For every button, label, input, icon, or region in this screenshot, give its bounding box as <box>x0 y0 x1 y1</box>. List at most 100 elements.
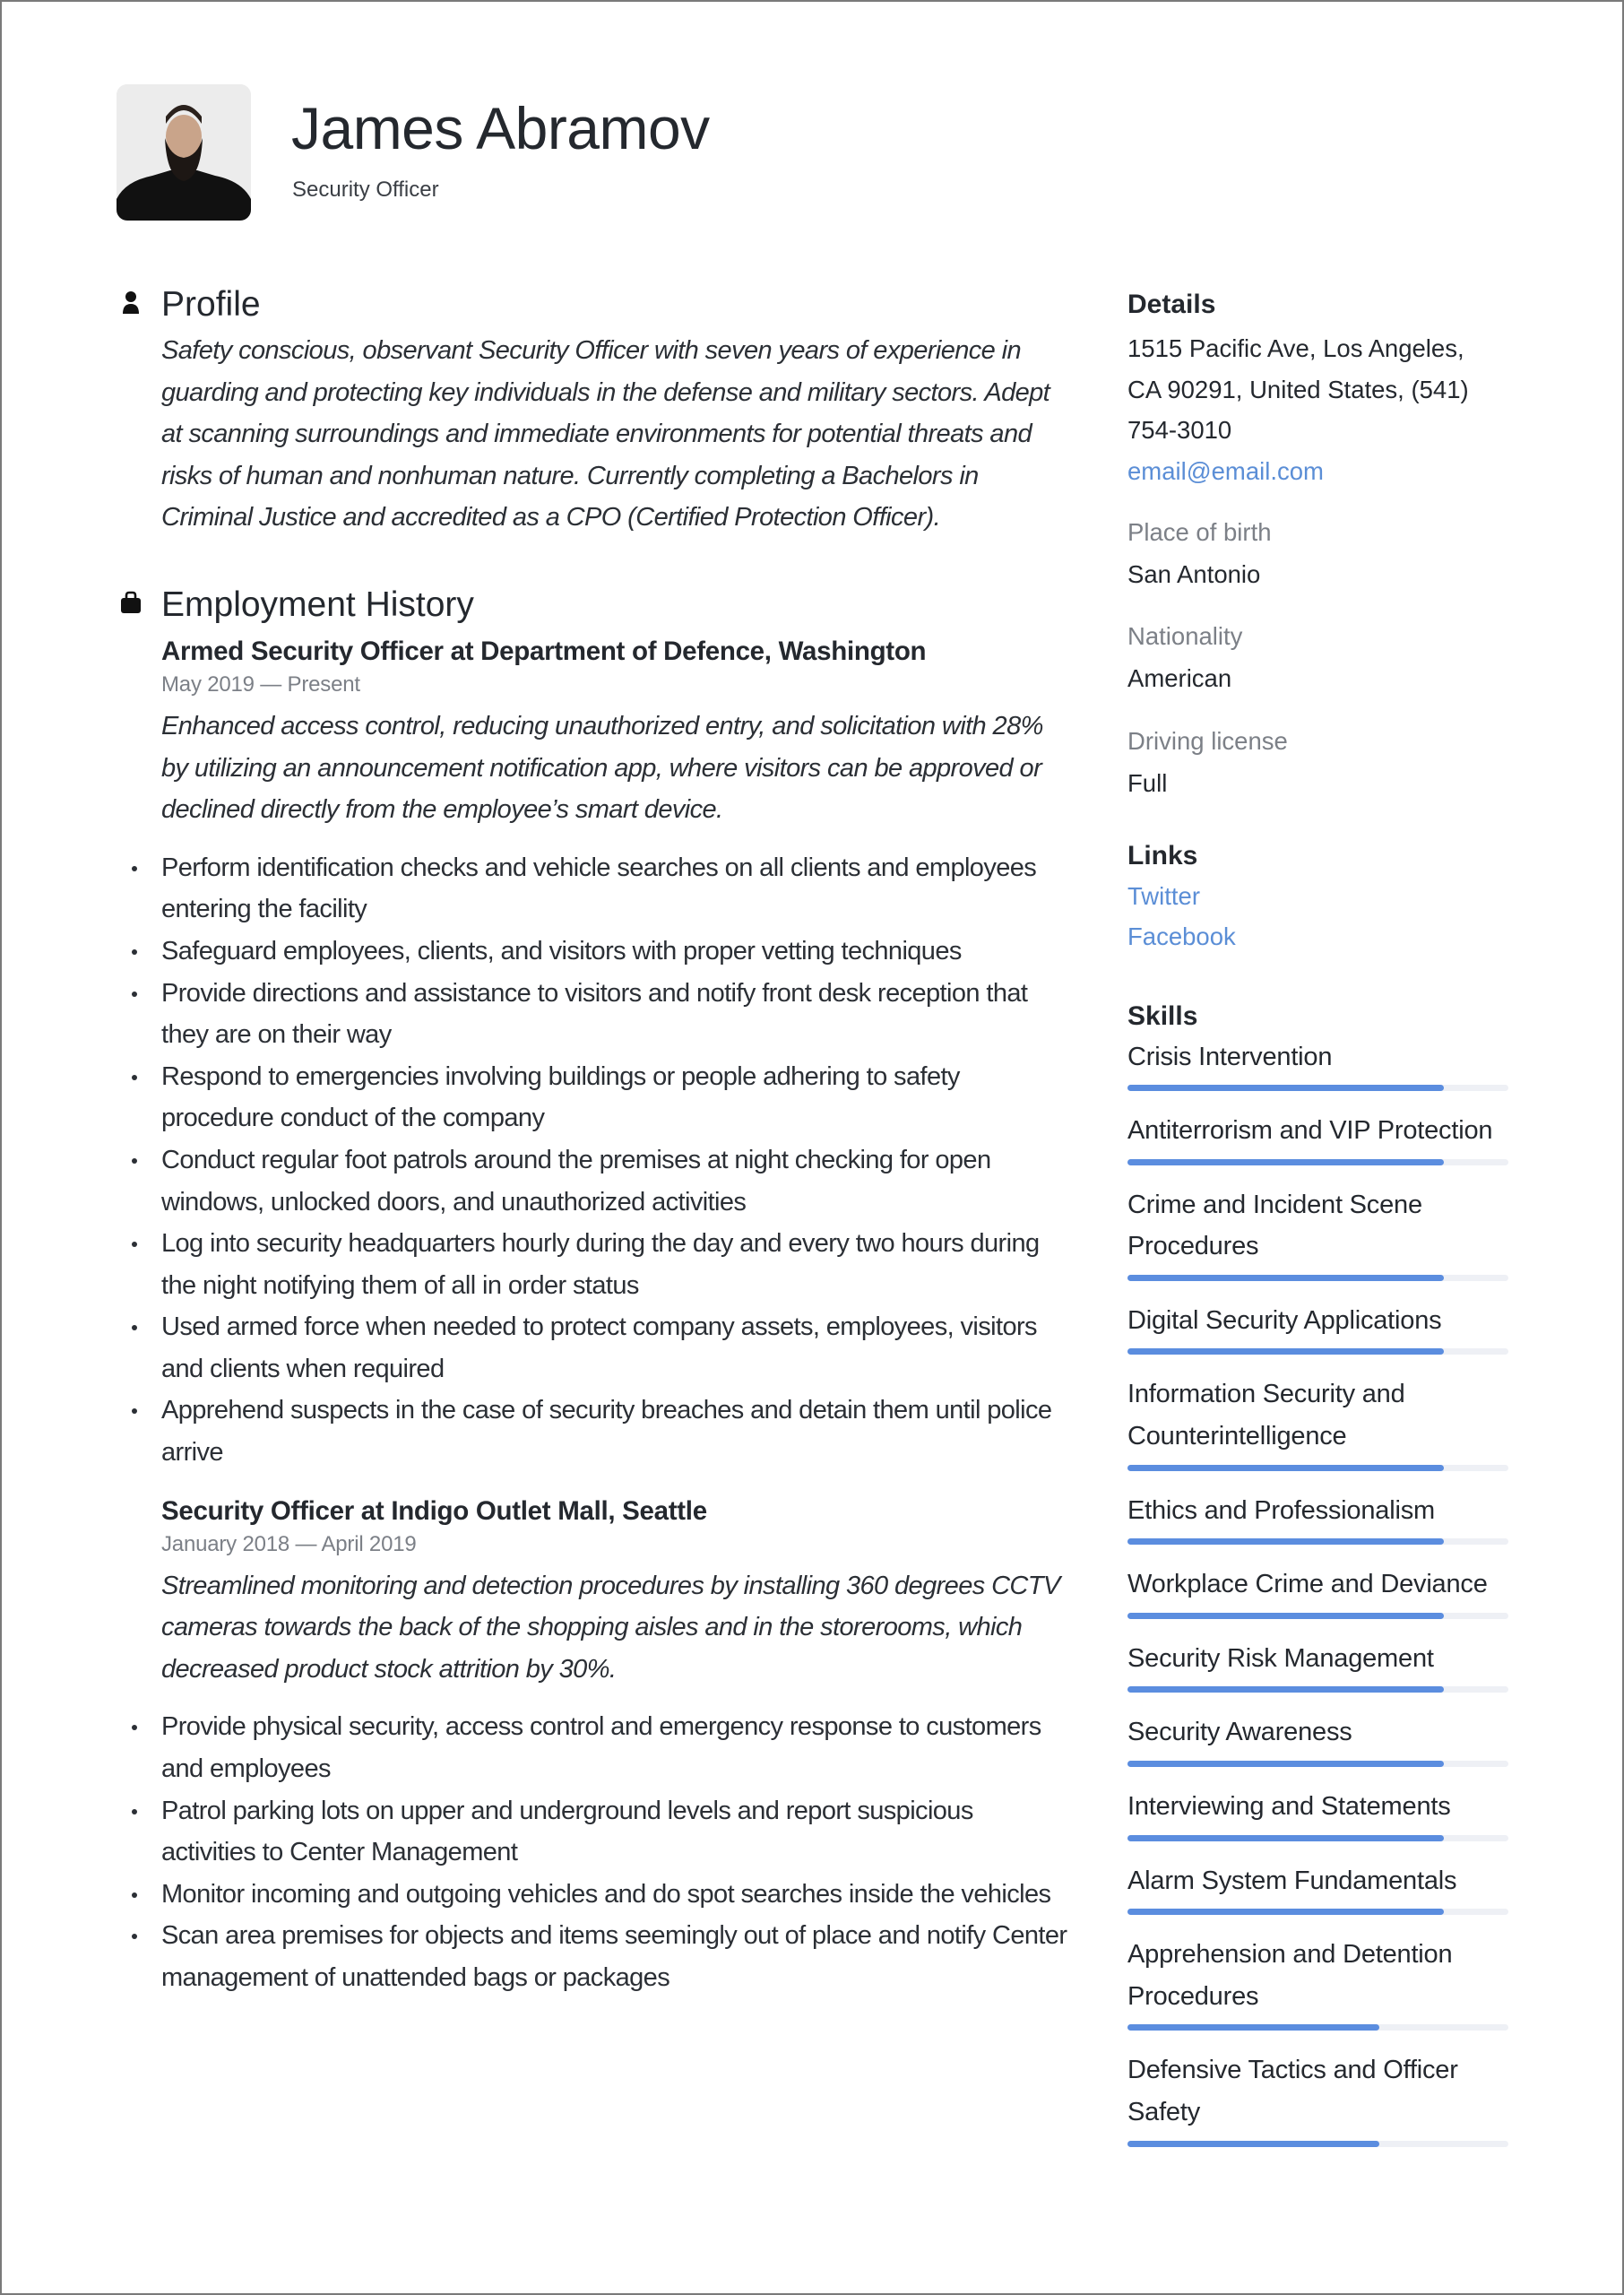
job-bullet: Monitor incoming and outgoing vehicles a… <box>132 1874 1068 1916</box>
job-dates: May 2019 — Present <box>161 671 360 697</box>
links-list: Twitter Facebook <box>1127 876 1513 957</box>
briefcase-icon <box>121 591 141 613</box>
sidebar-column: Details 1515 Pacific Ave, Los Angeles, C… <box>1127 287 1513 2166</box>
resume-page: James Abramov Security Officer Profile S… <box>0 0 1624 2295</box>
skill-name: Defensive Tactics and Officer Safety <box>1127 2056 1458 2126</box>
job-bullet: Used armed force when needed to protect … <box>132 1306 1068 1390</box>
skill-name: Interviewing and Statements <box>1127 1792 1451 1822</box>
skill-level-bar <box>1127 2140 1508 2147</box>
skill-level-bar <box>1127 1834 1508 1841</box>
job-bullet: Perform identification checks and vehicl… <box>132 847 1068 931</box>
job-bullet: Safeguard employees, clients, and visito… <box>132 931 1068 973</box>
skill-name: Crime and Incident Scene Procedures <box>1127 1190 1422 1261</box>
profile-summary: Safety conscious, observant Security Off… <box>161 336 1050 533</box>
skill-level-fill <box>1127 1909 1444 1916</box>
skill-level-fill <box>1127 1686 1444 1693</box>
skill-level-fill <box>1127 1761 1444 1768</box>
facebook-link[interactable]: Facebook <box>1127 916 1513 957</box>
skill-level-fill <box>1127 1464 1444 1471</box>
main-column: Profile Safety conscious, observant Secu… <box>118 280 1068 1999</box>
skill-item: Alarm System Fundamentals <box>1127 1860 1513 1916</box>
skill-item: Apprehension and Detention Procedures <box>1127 1934 1513 2031</box>
skill-level-fill <box>1127 1348 1444 1355</box>
skills-list: Crisis Intervention Antiterrorism and VIP… <box>1127 1036 1513 2147</box>
skill-name: Digital Security Applications <box>1127 1305 1442 1335</box>
employment-section-header: Employment History <box>118 580 1068 630</box>
job-bullet: Apprehend suspects in the case of securi… <box>132 1390 1068 1473</box>
skill-level-bar <box>1127 1274 1508 1281</box>
skill-name: Security Awareness <box>1127 1718 1352 1747</box>
skill-level-bar <box>1127 1085 1508 1092</box>
skill-level-fill <box>1127 1274 1444 1281</box>
skill-item: Defensive Tactics and Officer Safety <box>1127 2049 1513 2147</box>
job-bullet: Scan area premises for objects and items… <box>132 1915 1068 1998</box>
skill-level-fill <box>1127 2140 1379 2147</box>
skill-item: Ethics and Professionalism <box>1127 1490 1513 1546</box>
skill-item: Antiterrorism and VIP Protection <box>1127 1110 1513 1165</box>
candidate-job-title: Security Officer <box>292 178 439 202</box>
skill-name: Workplace Crime and Deviance <box>1127 1570 1488 1599</box>
details-address: 1515 Pacific Ave, Los Angeles, CA 90291,… <box>1127 328 1513 451</box>
address-line: 1515 Pacific Ave, Los Angeles, <box>1127 334 1464 362</box>
place-of-birth-label: Place of birth <box>1127 518 1272 546</box>
email-link[interactable]: email@email.com <box>1127 451 1513 492</box>
profile-section-header: Profile <box>118 280 1068 330</box>
job-bullet: Patrol parking lots on upper and undergr… <box>132 1790 1068 1874</box>
skill-item: Security Awareness <box>1127 1711 1513 1768</box>
skill-item: Security Risk Management <box>1127 1638 1513 1693</box>
skill-level-bar <box>1127 2024 1508 2031</box>
profile-title: Profile <box>161 285 261 324</box>
employment-title: Employment History <box>161 585 474 624</box>
job-summary: Enhanced access control, reducing unauth… <box>161 711 1043 825</box>
place-of-birth-value: San Antonio <box>1127 560 1261 588</box>
job-bullets: Provide physical security, access contro… <box>118 1706 1068 1998</box>
skill-level-bar <box>1127 1464 1508 1471</box>
skill-level-fill <box>1127 1158 1444 1165</box>
links-title: Links <box>1127 840 1198 870</box>
skill-level-fill <box>1127 1538 1444 1546</box>
portrait-image <box>117 84 251 221</box>
job-entry: Armed Security Officer at Department of … <box>161 634 1068 831</box>
job-bullet: Provide physical security, access contro… <box>132 1706 1068 1789</box>
skill-name: Information Security and Counterintellig… <box>1127 1380 1405 1451</box>
skill-name: Apprehension and Detention Procedures <box>1127 1940 1453 2011</box>
job-dates: January 2018 — April 2019 <box>161 1531 417 1556</box>
skill-name: Security Risk Management <box>1127 1643 1434 1673</box>
skills-title: Skills <box>1127 1000 1198 1031</box>
skill-level-bar <box>1127 1158 1508 1165</box>
skill-name: Alarm System Fundamentals <box>1127 1866 1457 1895</box>
skill-level-bar <box>1127 1348 1508 1355</box>
driving-license-label: Driving license <box>1127 727 1288 755</box>
skill-level-bar <box>1127 1612 1508 1619</box>
skill-level-fill <box>1127 2024 1379 2031</box>
job-bullet: Conduct regular foot patrols around the … <box>132 1139 1068 1223</box>
skill-item: Digital Security Applications <box>1127 1300 1513 1355</box>
skill-level-fill <box>1127 1085 1444 1092</box>
skill-level-bar <box>1127 1909 1508 1916</box>
twitter-link[interactable]: Twitter <box>1127 876 1513 917</box>
job-heading: Security Officer at Indigo Outlet Mall, … <box>161 1495 707 1526</box>
skill-level-fill <box>1127 1612 1444 1619</box>
nationality-value: American <box>1127 663 1232 692</box>
skill-item: Crisis Intervention <box>1127 1036 1513 1092</box>
job-bullet: Respond to emergencies involving buildin… <box>132 1056 1068 1139</box>
job-bullet: Provide directions and assistance to vis… <box>132 973 1068 1056</box>
skill-level-bar <box>1127 1686 1508 1693</box>
skill-item: Workplace Crime and Deviance <box>1127 1563 1513 1619</box>
skill-level-bar <box>1127 1538 1508 1546</box>
skill-level-bar <box>1127 1761 1508 1768</box>
details-title: Details <box>1127 290 1216 319</box>
job-heading: Armed Security Officer at Department of … <box>161 636 927 666</box>
job-bullet: Log into security headquarters hourly du… <box>132 1223 1068 1306</box>
skill-level-fill <box>1127 1834 1444 1841</box>
candidate-name: James Abramov <box>291 95 710 161</box>
nationality-label: Nationality <box>1127 621 1243 650</box>
skill-name: Antiterrorism and VIP Protection <box>1127 1116 1493 1146</box>
job-summary: Streamlined monitoring and detection pro… <box>161 1571 1060 1684</box>
skill-item: Crime and Incident Scene Procedures <box>1127 1184 1513 1281</box>
skill-name: Ethics and Professionalism <box>1127 1495 1435 1525</box>
address-line: CA 90291, United States, (541) <box>1127 375 1469 403</box>
phone-line: 754-3010 <box>1127 416 1232 444</box>
skill-name: Crisis Intervention <box>1127 1042 1333 1071</box>
job-list: Armed Security Officer at Department of … <box>118 634 1068 1999</box>
